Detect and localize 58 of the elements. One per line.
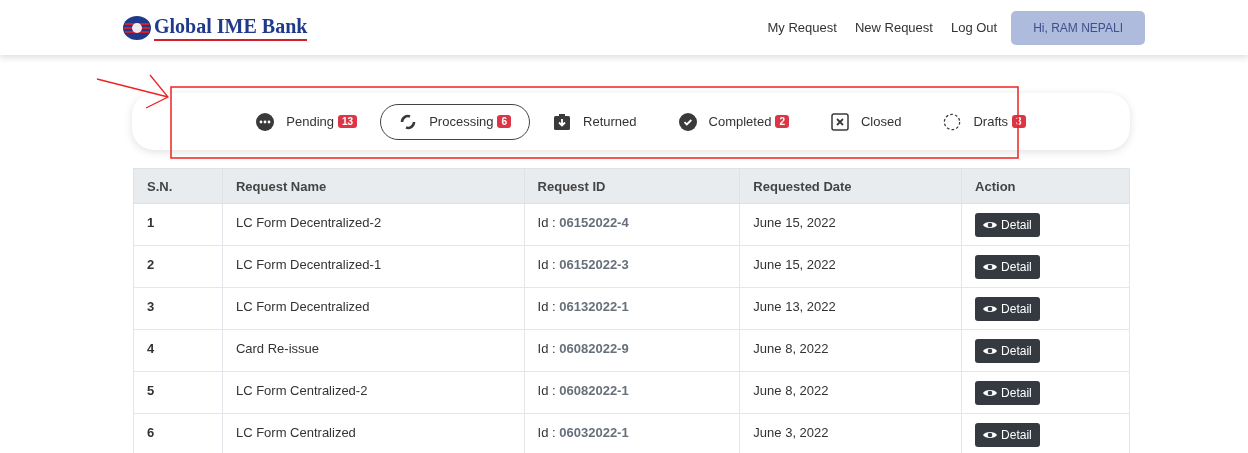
dashed-circle-icon [943,112,962,131]
bank-logo: Global IME Bank [154,14,308,41]
status-tab[interactable]: Returned [534,103,656,140]
eye-icon [983,220,998,230]
more-dots-icon [256,112,275,131]
nav-link[interactable]: New Request [854,20,933,35]
table-cell: 6 [133,413,223,453]
eye-icon [983,304,998,314]
table-cell: Id : 06082022-1 [524,371,740,414]
table-cell: Id : 06082022-9 [524,329,740,372]
eye-icon [983,346,998,356]
table-cell: Id : 06152022-3 [524,245,740,288]
eye-icon [983,430,998,440]
status-tab[interactable]: Completed 2 [659,103,808,140]
eye-icon [983,262,998,272]
table-cell: LC Form Decentralized-2 [222,203,525,246]
status-tab[interactable]: Closed [811,103,921,140]
check-circle-icon [678,112,697,131]
column-header: Request ID [524,168,740,204]
table-cell: June 15, 2022 [739,245,962,288]
status-tab[interactable]: Pending 13 [237,103,377,140]
count-badge: 13 [338,115,358,128]
column-header: Action [961,168,1130,204]
close-box-icon [830,112,849,131]
eye-icon [983,388,998,398]
table-cell: 5 [133,371,223,414]
column-header: Requested Date [739,168,962,204]
table-cell: June 13, 2022 [739,287,962,330]
column-header: S.N. [133,168,223,204]
nav-link[interactable]: My Request [767,20,837,35]
detail-button[interactable]: Detail [975,297,1040,321]
user-button[interactable]: Hi, RAM NEPALI [1011,10,1145,45]
column-header: Request Name [222,168,525,204]
detail-button[interactable]: Detail [975,213,1040,237]
count-badge: 2 [775,115,789,128]
table-cell: LC Form Decentralized [222,287,525,330]
table-cell: 1 [133,203,223,246]
table-cell: Id : 06132022-1 [524,287,740,330]
nav-link[interactable]: Log Out [950,20,998,35]
detail-button[interactable]: Detail [975,339,1040,363]
box-download-icon [553,112,572,131]
table-cell: 3 [133,287,223,330]
table-cell: June 15, 2022 [739,203,962,246]
logo-emblem-icon [122,14,152,41]
detail-button[interactable]: Detail [975,381,1040,405]
refresh-icon [399,112,418,131]
table-cell: 2 [133,245,223,288]
table-cell: Card Re-issue [222,329,525,372]
count-badge: 6 [497,115,512,128]
table-cell: June 8, 2022 [739,329,962,372]
detail-button[interactable]: Detail [975,255,1040,279]
table-cell: 4 [133,329,223,372]
table-cell: LC Form Decentralized-1 [222,245,525,288]
table-cell: Id : 06152022-4 [524,203,740,246]
table-cell: LC Form Centralized-2 [222,371,525,414]
detail-button[interactable]: Detail [975,423,1040,447]
status-tab[interactable]: Drafts 3 [924,103,1045,140]
table-cell: June 8, 2022 [739,371,962,414]
